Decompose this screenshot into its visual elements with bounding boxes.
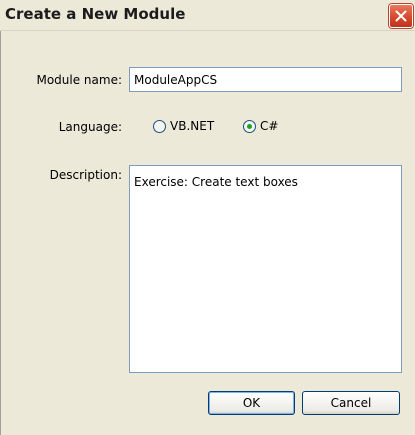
csharp-radio[interactable] — [243, 119, 256, 133]
language-vbnet-option[interactable]: VB.NET — [153, 119, 214, 133]
close-icon — [395, 10, 407, 22]
window-title: Create a New Module — [5, 5, 186, 23]
cancel-button[interactable]: Cancel — [302, 391, 400, 415]
vbnet-radio[interactable] — [153, 119, 166, 133]
description-textarea[interactable]: Exercise: Create text boxes — [129, 165, 402, 373]
language-csharp-option[interactable]: C# — [243, 119, 278, 133]
description-text: Exercise: Create text boxes — [134, 175, 298, 189]
title-bar: Create a New Module — [0, 0, 415, 31]
language-label: Language: — [58, 120, 122, 134]
ok-button[interactable]: OK — [208, 391, 295, 415]
module-name-input[interactable] — [129, 67, 402, 92]
window-frame-left — [0, 31, 1, 435]
vbnet-radio-label: VB.NET — [170, 119, 215, 133]
close-button[interactable] — [389, 4, 413, 28]
dialog-body: Module name: Language: VB.NET C# Descrip… — [0, 31, 415, 435]
module-name-label: Module name: — [36, 73, 122, 87]
description-label: Description: — [49, 168, 122, 182]
csharp-radio-label: C# — [260, 119, 279, 133]
